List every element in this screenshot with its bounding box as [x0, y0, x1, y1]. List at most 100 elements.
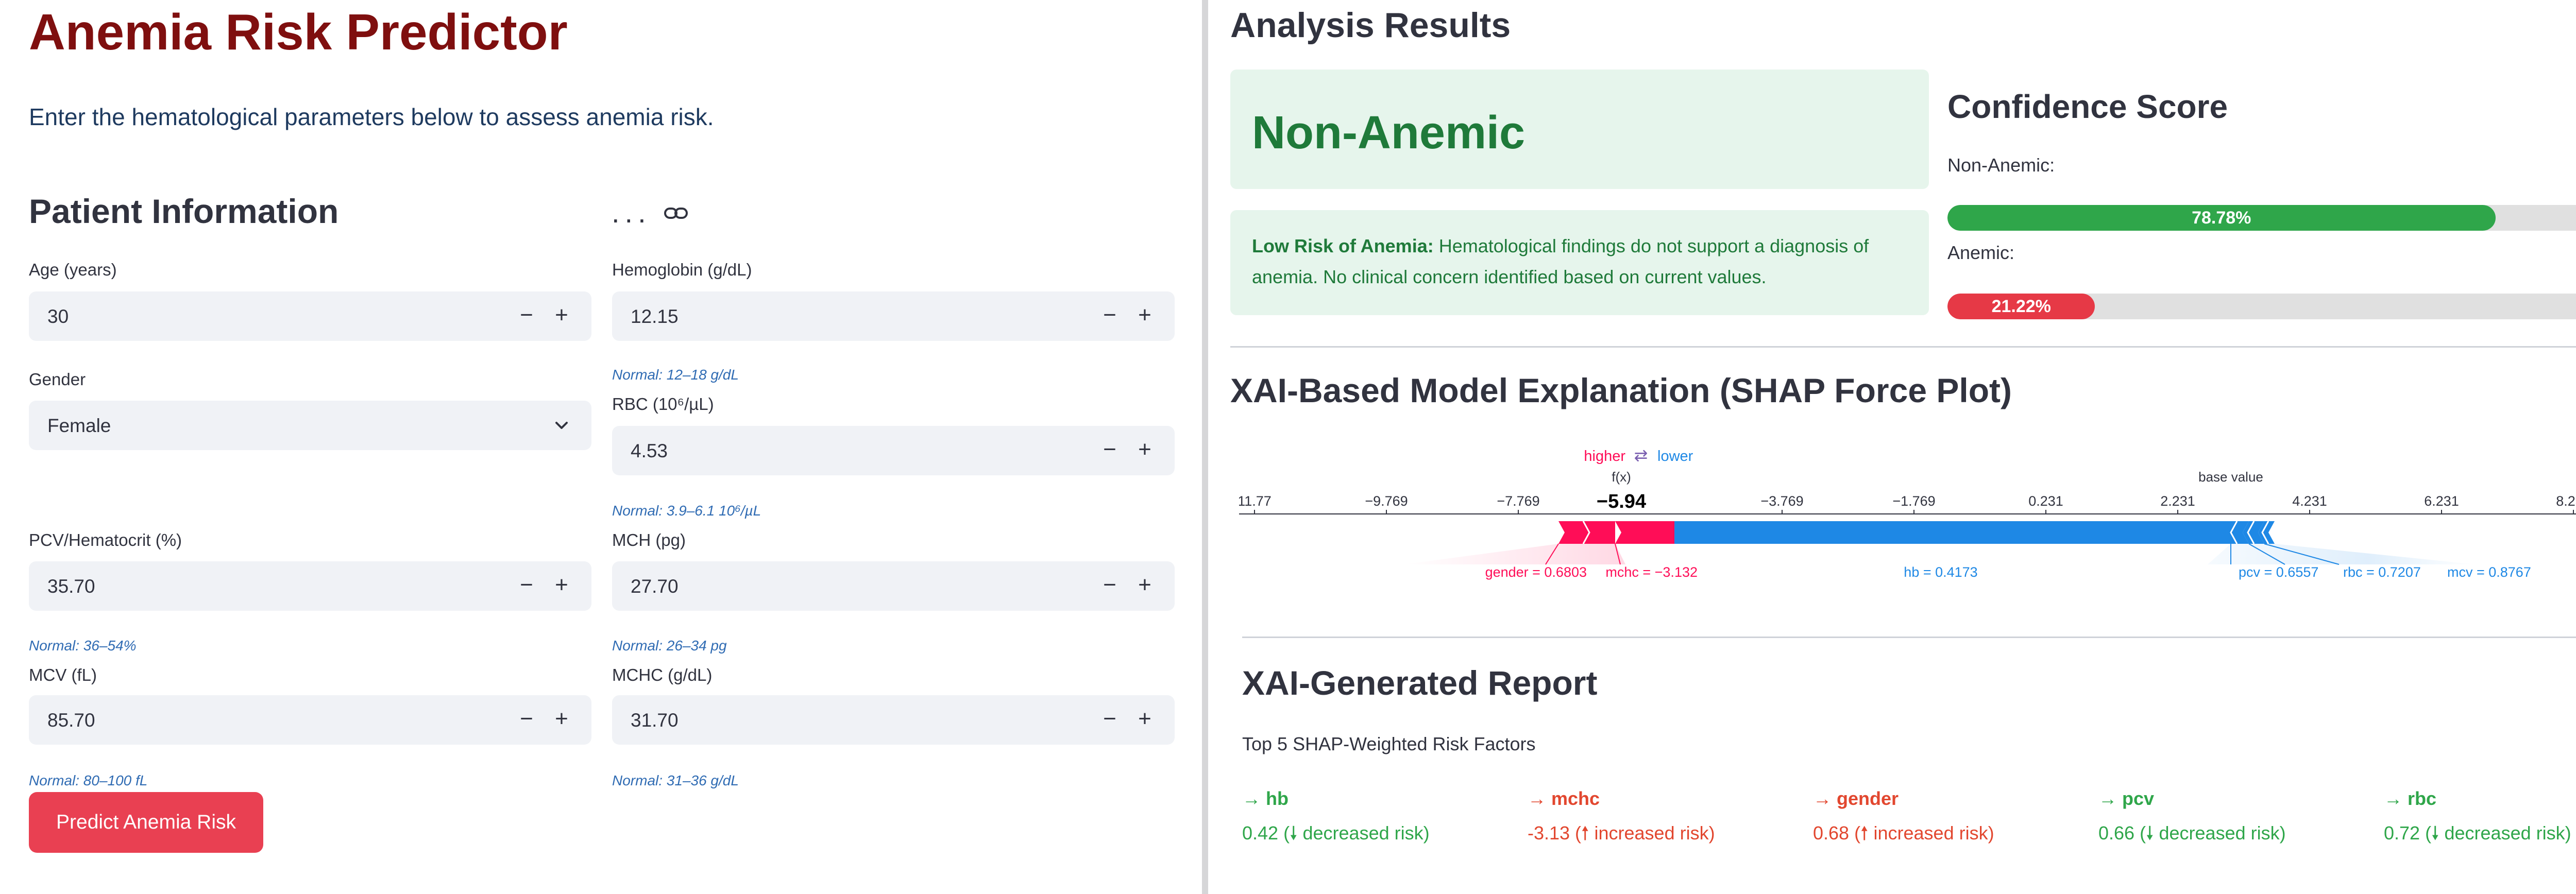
mcv-hint: Normal: 80–100 fL: [29, 772, 148, 788]
fx-label: f(x): [1612, 469, 1631, 485]
factor-desc: 0.42 (🠗 decreased risk): [1242, 822, 1430, 844]
shap-force-plot: higher ⇄ lower f(x) base value 11.77 −9.7…: [1239, 445, 2576, 580]
axis-tick-label: 6.231: [2424, 493, 2459, 509]
mch-label: MCH (pg): [612, 530, 686, 549]
app-title: Anemia Risk Predictor: [29, 4, 568, 60]
shap-bar-gender: [1558, 521, 1615, 544]
gender-select[interactable]: Female: [29, 401, 591, 450]
rbc-value[interactable]: 4.53: [631, 440, 668, 462]
pcv-hint: Normal: 36–54%: [29, 638, 137, 654]
axis-tick-label: 8.231: [2556, 493, 2576, 509]
lower-label-fan: [2208, 544, 2476, 564]
more-options-icon[interactable]: ...: [612, 196, 651, 229]
gender-label: Gender: [29, 370, 86, 389]
rbc-decrement-button[interactable]: −: [1092, 433, 1127, 468]
pcv-decrement-button[interactable]: −: [509, 569, 544, 604]
mch-hint: Normal: 26–34 pg: [612, 638, 727, 654]
age-value[interactable]: 30: [47, 306, 69, 328]
mchc-decrement-button[interactable]: −: [1092, 702, 1127, 737]
hemoglobin-value[interactable]: 12.15: [631, 306, 679, 328]
shap-bar-mchc: [1615, 521, 1674, 544]
mchc-hint: Normal: 31–36 g/dL: [612, 772, 739, 788]
confidence-score-title: Confidence Score: [1947, 88, 2228, 125]
mch-input[interactable]: 27.70 − +: [612, 561, 1175, 611]
hemoglobin-input[interactable]: 12.15 − +: [612, 291, 1175, 341]
xai-report-title: XAI-Generated Report: [1242, 664, 1598, 702]
hemoglobin-increment-button[interactable]: +: [1127, 299, 1162, 334]
risk-note: Low Risk of Anemia: Hematological findin…: [1252, 231, 1911, 293]
factor-desc: 0.68 (🠕 increased risk): [1813, 822, 1994, 844]
mcv-decrement-button[interactable]: −: [509, 702, 544, 737]
mchc-input[interactable]: 31.70 − +: [612, 695, 1175, 745]
analysis-results-title: Analysis Results: [1230, 6, 1511, 45]
pcv-value[interactable]: 35.70: [47, 576, 95, 597]
mcv-increment-button[interactable]: +: [544, 702, 579, 737]
shap-label-pcv: pcv = 0.6557: [2239, 564, 2318, 580]
chevron-down-icon[interactable]: [552, 416, 571, 435]
section-title-patient-information: Patient Information: [29, 192, 339, 230]
factor-name: → rbc: [2384, 788, 2437, 809]
axis-tick-label: 4.231: [2292, 493, 2327, 509]
results-panel: Analysis Results Non-Anemic Low Risk of …: [1208, 0, 2576, 894]
prediction-result: Non-Anemic: [1252, 107, 1526, 159]
age-decrement-button[interactable]: −: [509, 299, 544, 334]
mch-decrement-button[interactable]: −: [1092, 569, 1127, 604]
non-anemic-confidence-value: 78.78%: [2192, 208, 2251, 228]
hemoglobin-label: Hemoglobin (g/dL): [612, 260, 752, 279]
anemic-label: Anemic:: [1947, 242, 2015, 263]
age-input[interactable]: 30 − +: [29, 291, 591, 341]
legend-higher: higher: [1584, 448, 1625, 465]
xai-explanation-title: XAI-Based Model Explanation (SHAP Force …: [1230, 371, 2012, 409]
hemoglobin-decrement-button[interactable]: −: [1092, 299, 1127, 334]
panel-divider[interactable]: [1202, 0, 1208, 894]
axis-tick-label: 11.77: [1239, 493, 1272, 509]
mcv-input[interactable]: 85.70 − +: [29, 695, 591, 745]
factor-desc: 0.72 (🠗 decreased risk): [2384, 822, 2571, 844]
base-value-label: base value: [2198, 469, 2263, 485]
factor-name: → mchc: [1528, 788, 1600, 809]
factor-name: → hb: [1242, 788, 1289, 809]
factor-desc: -3.13 (🠕 increased risk): [1528, 822, 1715, 844]
age-increment-button[interactable]: +: [544, 299, 579, 334]
shap-label-gender: gender = 0.6803: [1485, 564, 1587, 580]
rbc-label: RBC (10⁶/µL): [612, 394, 714, 414]
section-divider: [1230, 346, 2576, 348]
anemic-confidence-bar: 21.22%: [1947, 294, 2576, 319]
pcv-label: PCV/Hematocrit (%): [29, 530, 182, 549]
factor-name: → pcv: [2098, 788, 2155, 809]
axis-tick-label: 2.231: [2160, 493, 2195, 509]
pcv-input[interactable]: 35.70 − +: [29, 561, 591, 611]
shap-label-mcv: mcv = 0.8767: [2447, 564, 2531, 580]
input-panel: Anemia Risk Predictor Enter the hematolo…: [0, 0, 1202, 894]
non-anemic-label: Non-Anemic:: [1947, 154, 2055, 176]
axis-tick-label: −3.769: [1760, 493, 1803, 509]
mch-value[interactable]: 27.70: [631, 576, 679, 597]
predict-anemia-risk-button[interactable]: Predict Anemia Risk: [29, 792, 263, 853]
mch-increment-button[interactable]: +: [1127, 569, 1162, 604]
anemic-confidence-fill: 21.22%: [1947, 294, 2095, 319]
axis-tick-label: 0.231: [2028, 493, 2063, 509]
anemic-confidence-value: 21.22%: [1991, 297, 2051, 316]
mcv-label: MCV (fL): [29, 665, 97, 684]
xai-report-subtitle: Top 5 SHAP-Weighted Risk Factors: [1242, 733, 1536, 754]
axis-tick-label: −9.769: [1365, 493, 1408, 509]
hemoglobin-hint: Normal: 12–18 g/dL: [612, 367, 739, 383]
pcv-increment-button[interactable]: +: [544, 569, 579, 604]
prediction-result-box: Non-Anemic: [1230, 70, 1929, 189]
factor-name: → gender: [1813, 788, 1899, 809]
axis-tick-label: −7.769: [1497, 493, 1539, 509]
mcv-value[interactable]: 85.70: [47, 710, 95, 731]
mchc-value[interactable]: 31.70: [631, 710, 679, 731]
legend-arrows-icon: ⇄: [1634, 445, 1648, 465]
gender-value[interactable]: Female: [47, 415, 111, 437]
higher-label-fan: [1404, 544, 1625, 564]
shap-bar-hb: [1674, 521, 2231, 544]
mchc-increment-button[interactable]: +: [1127, 702, 1162, 737]
factor-desc: 0.66 (🠗 decreased risk): [2098, 822, 2286, 844]
app-subtitle: Enter the hematological parameters below…: [29, 104, 714, 130]
rbc-increment-button[interactable]: +: [1127, 433, 1162, 468]
shap-label-hb: hb = 0.4173: [1904, 564, 1977, 580]
link-icon[interactable]: [664, 204, 688, 222]
rbc-input[interactable]: 4.53 − +: [612, 426, 1175, 475]
risk-note-heading: Low Risk of Anemia:: [1252, 235, 1434, 256]
